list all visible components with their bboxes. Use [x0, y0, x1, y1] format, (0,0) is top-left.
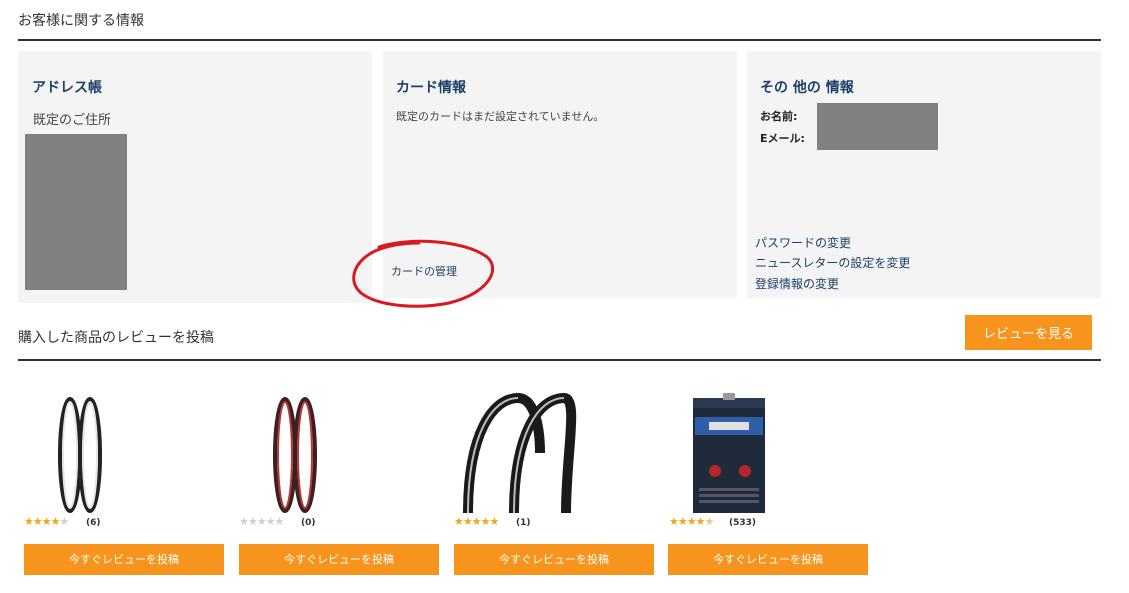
post-review-button[interactable]: 今すぐレビューを投稿: [668, 544, 868, 575]
card-info-panel: カード情報 既定のカードはまだ設定されていません。 カードの管理: [383, 51, 737, 298]
review-count: (1): [516, 518, 531, 528]
road-tire-black-white-icon[interactable]: [18, 393, 228, 518]
road-tire-red-icon[interactable]: [233, 393, 443, 518]
view-reviews-button[interactable]: レビューを見る: [965, 315, 1092, 350]
review-count: (0): [301, 518, 316, 528]
product-card: ★★★★★ (1): [448, 393, 658, 528]
other-info-panel: その 他の 情報 お名前: Eメール: パスワードの変更 ニュースレターの設定を…: [747, 51, 1101, 298]
newsletter-settings-link[interactable]: ニュースレターの設定を変更: [755, 254, 910, 271]
card-info-message: 既定のカードはまだ設定されていません。: [396, 110, 605, 123]
redacted-name-email: [817, 103, 938, 150]
product-card: ★★★★★ (533): [663, 393, 873, 528]
customer-info-divider: [18, 39, 1101, 41]
reviews-divider: [18, 359, 1101, 361]
other-info-title: その 他の 情報: [760, 80, 854, 96]
address-book-title: アドレス帳: [32, 80, 102, 96]
customer-info-heading: お客様に関する情報: [18, 13, 144, 29]
edit-account-link[interactable]: 登録情報の変更: [755, 275, 839, 292]
post-review-button[interactable]: 今すぐレビューを投稿: [24, 544, 224, 575]
reviews-heading: 購入した商品のレビューを投稿: [18, 330, 214, 346]
review-count: (6): [86, 518, 101, 528]
default-address-label: 既定のご住所: [33, 113, 112, 128]
product-card: ★★★★★ (0): [233, 393, 443, 528]
road-tire-wide-icon[interactable]: [448, 393, 658, 518]
post-review-button[interactable]: 今すぐレビューを投稿: [239, 544, 439, 575]
post-review-button[interactable]: 今すぐレビューを投稿: [454, 544, 654, 575]
review-count: (533): [729, 518, 757, 528]
manage-card-link[interactable]: カードの管理: [391, 263, 457, 279]
rating-stars: ★★★★★: [454, 515, 499, 528]
address-book-panel: アドレス帳 既定のご住所: [18, 51, 372, 303]
email-label: Eメール:: [760, 132, 805, 145]
product-card: ★★★★★ (6): [18, 393, 228, 528]
inner-tube-box-icon[interactable]: [663, 393, 873, 518]
redacted-address: [25, 134, 127, 290]
change-password-link[interactable]: パスワードの変更: [755, 234, 851, 251]
rating-stars: ★★★★★: [669, 515, 714, 528]
rating-stars: ★★★★★: [239, 515, 284, 528]
name-label: お名前:: [760, 110, 798, 123]
card-info-title: カード情報: [396, 80, 466, 96]
rating-stars: ★★★★★: [24, 515, 69, 528]
